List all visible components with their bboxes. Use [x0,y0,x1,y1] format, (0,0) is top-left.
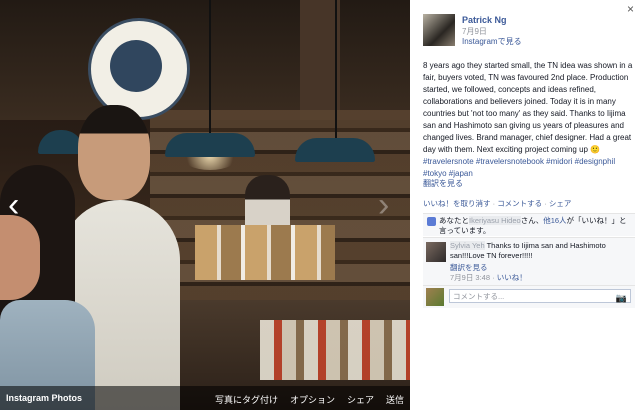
likes-text: あなたとIkeriyasu Hideoさん、他16人が「いいね！」と言っています… [439,216,631,236]
photo-products [260,320,410,380]
comment-placeholder: コメントする... [453,292,505,301]
photo-viewer[interactable]: ‹ › Instagram Photos 写真にタグ付け オプション シェア 送… [0,0,410,410]
post-hashtags[interactable]: #travelersnote #travelersnotebook #midor… [423,157,615,178]
instagram-link[interactable]: Instagramで見る [462,36,522,47]
my-avatar [426,288,444,306]
share-link[interactable]: シェア [549,199,572,208]
tag-photo-button[interactable]: 写真にタグ付け [215,393,278,406]
options-button[interactable]: オプション [290,393,335,406]
photo-background [0,0,410,120]
lamp-cord [209,0,211,135]
thumbs-up-icon [427,217,436,226]
comment-time[interactable]: 7月9日 3:48 [450,273,490,282]
chevron-left-icon[interactable]: ‹ [8,188,19,222]
likes-prefix: あなたと [439,216,469,225]
comment-like-button[interactable]: いいね！ [497,273,527,282]
author-name[interactable]: Patrick Ng [462,15,507,25]
likes-blurred-name[interactable]: Ikeriyasu Hideo [469,216,521,225]
store-sign-globe [110,40,162,92]
post-actions: いいね！を取り消す · コメントする · シェア [423,198,571,209]
comment-body: Sylvia Yeh Thanks to Iijima san and Hash… [450,241,632,260]
likes-suffix: さん、 [520,216,544,225]
comment-button[interactable]: コメントする [497,199,542,208]
comment-item: Sylvia Yeh Thanks to Iijima san and Hash… [423,237,635,286]
close-icon[interactable]: × [627,2,634,16]
translate-link[interactable]: 翻訳を見る [423,178,463,189]
post-body: 8 years ago they started small, the TN i… [423,60,635,180]
send-button[interactable]: 送信 [386,393,404,406]
comment-input[interactable]: コメントする... 📷 [449,289,631,303]
comment-composer: コメントする... 📷 [423,285,635,308]
pendant-lamp [295,138,375,162]
camera-icon[interactable]: 📷 [616,291,627,305]
photo-person-woman-face [0,215,40,300]
post-text: 8 years ago they started small, the TN i… [423,61,633,154]
lamp-cord [335,0,337,140]
unlike-button[interactable]: いいね！を取り消す [423,199,491,208]
pendant-lamp [165,133,255,157]
share-button[interactable]: シェア [347,393,374,406]
likes-others-link[interactable]: 他16人 [543,216,566,225]
comment-meta: 7月9日 3:48 · いいね！ [450,273,527,282]
commenter-name[interactable]: Sylvia Yeh [450,241,485,250]
post-panel: × Patrick Ng 7月9日 Instagramで見る 8 years a… [410,0,640,410]
photo-source-label[interactable]: Instagram Photos [6,393,82,403]
photo-action-bar: Instagram Photos 写真にタグ付け オプション シェア 送信 [0,386,410,410]
photo-person-man-head [78,105,150,200]
chevron-right-icon[interactable]: › [378,188,389,222]
commenter-avatar[interactable] [426,242,446,262]
photo-beam [300,0,340,120]
avatar[interactable] [423,14,455,46]
likes-summary: あなたとIkeriyasu Hideoさん、他16人が「いいね！」と言っています… [423,213,635,236]
photo-actions: 写真にタグ付け オプション シェア 送信 [215,393,404,406]
photo-product-boxes [195,225,335,280]
